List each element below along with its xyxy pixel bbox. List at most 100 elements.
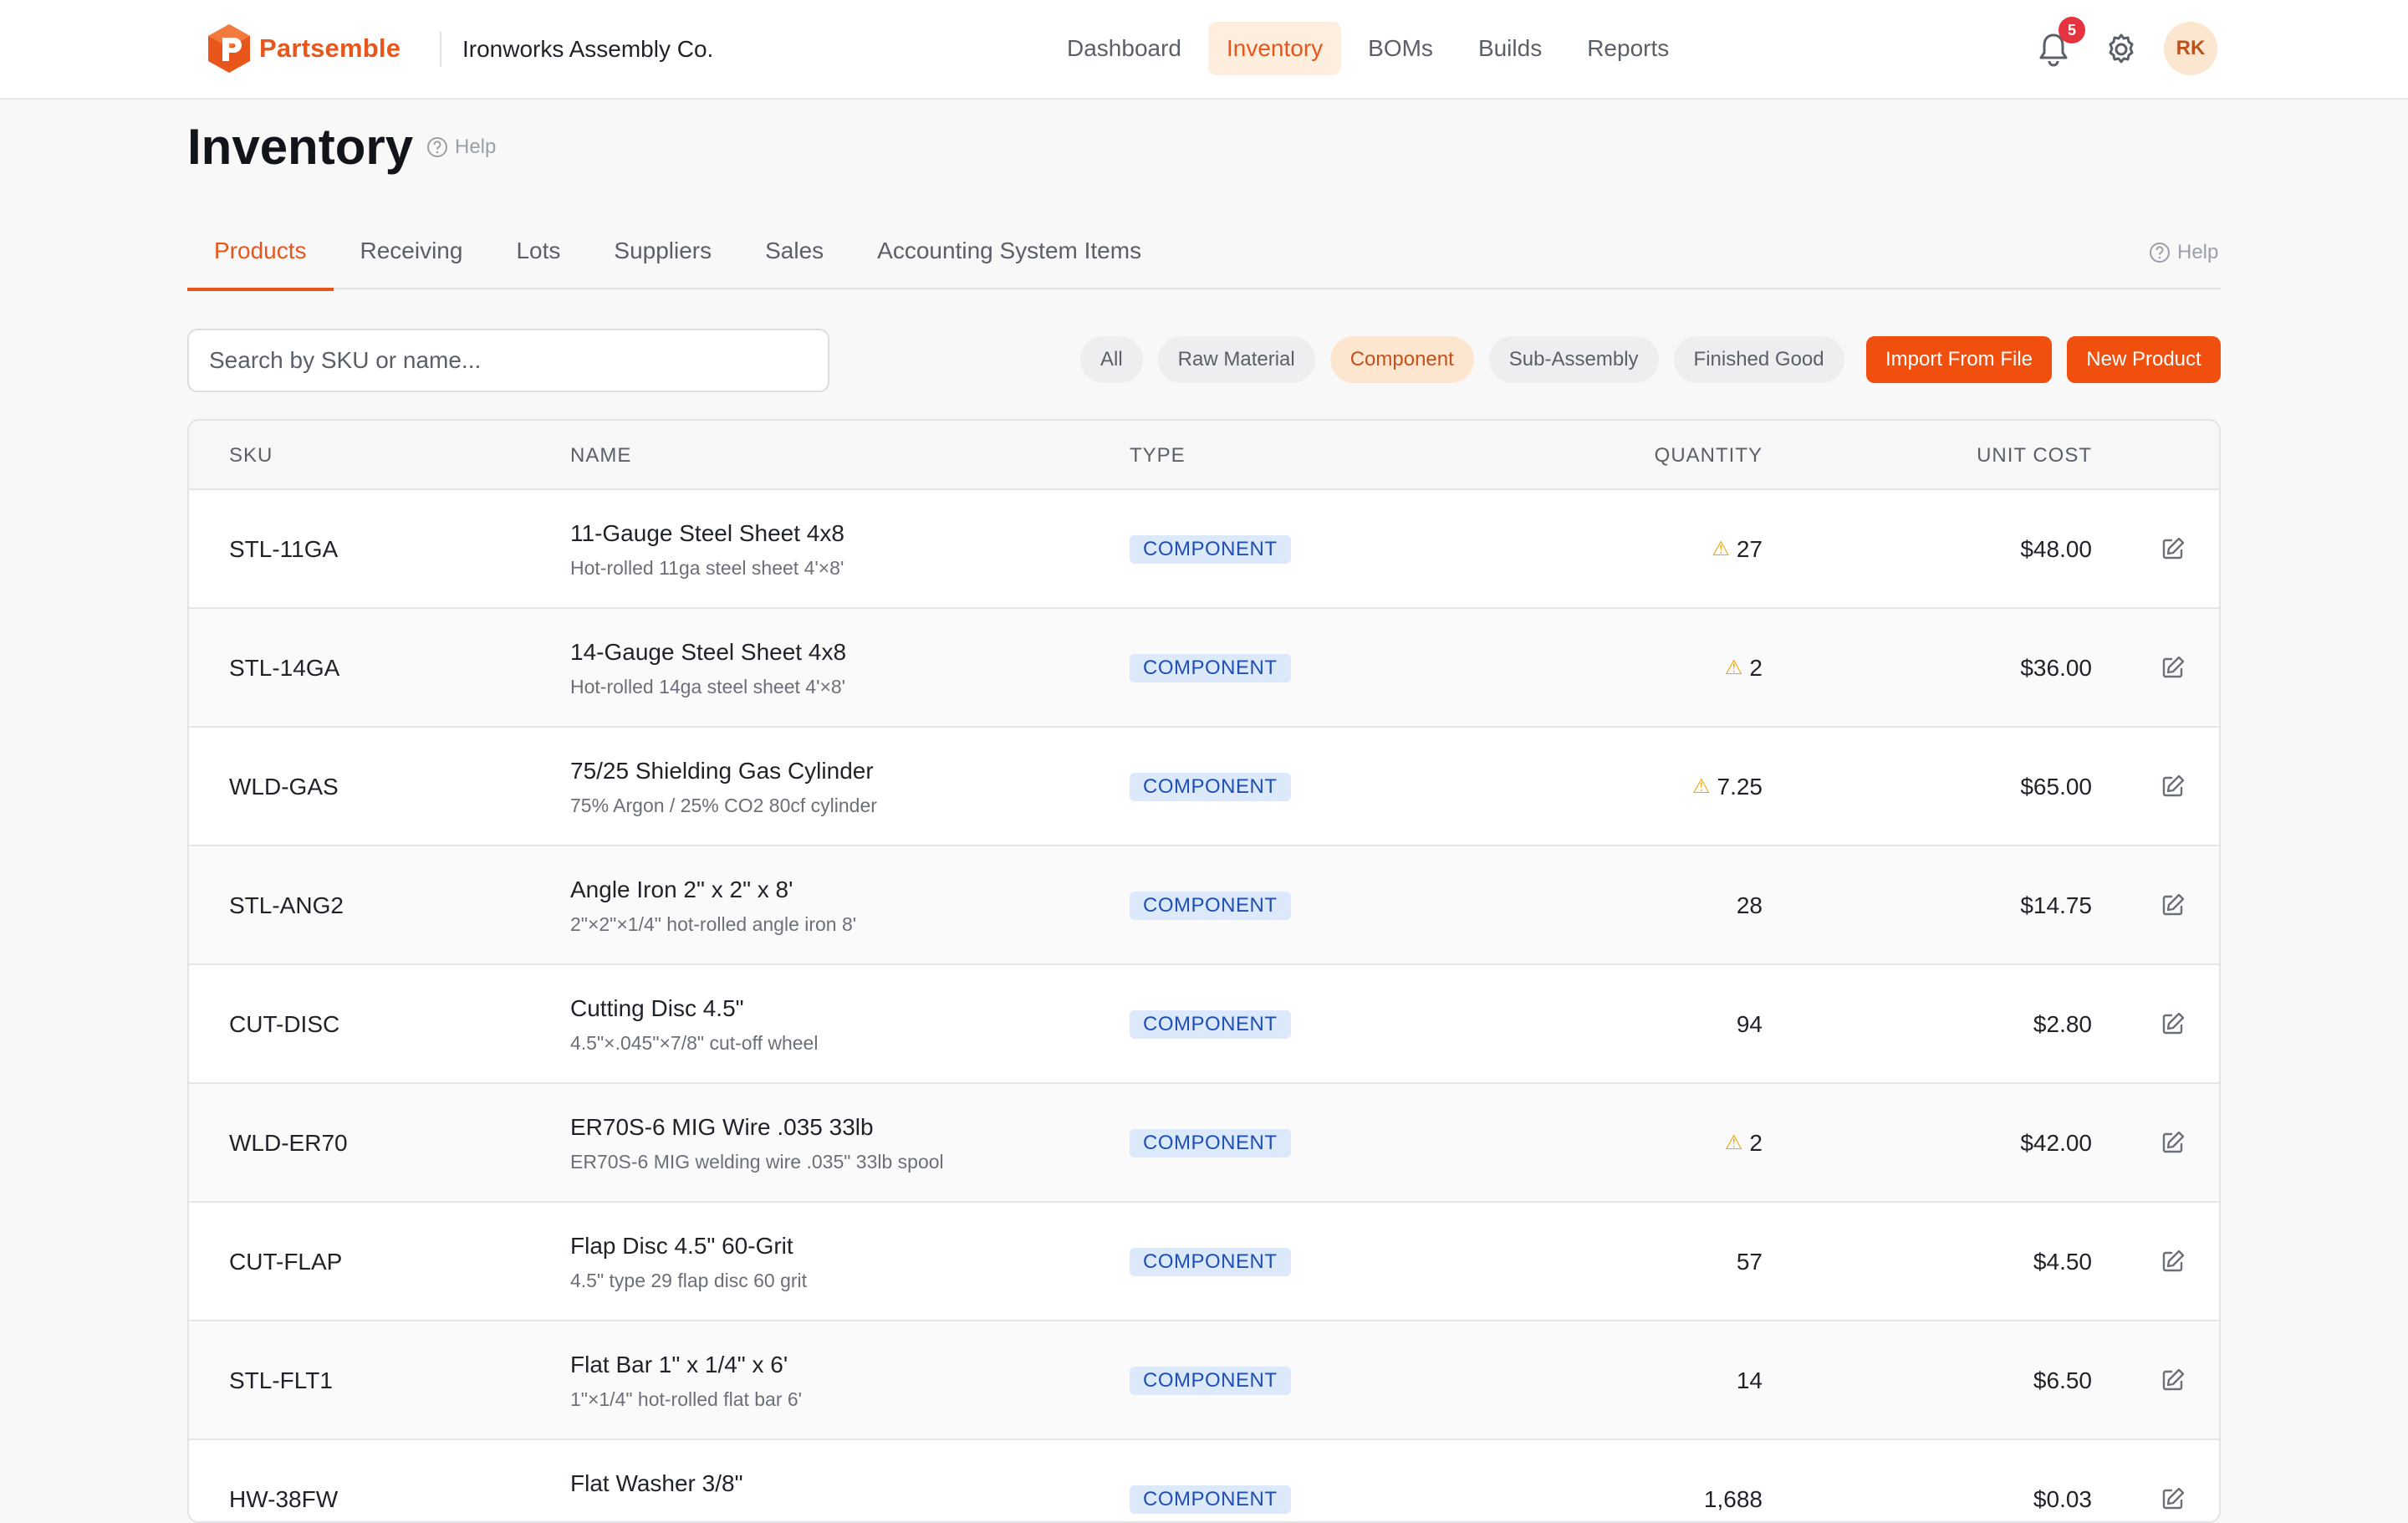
product-description: ER70S-6 MIG welding wire .035" 33lb spoo… — [570, 1151, 944, 1173]
edit-icon[interactable] — [2159, 891, 2187, 919]
table-row[interactable]: WLD-ER70 ER70S-6 MIG Wire .035 33lb ER70S-… — [189, 1084, 2219, 1203]
tab-accounting-system-items[interactable]: Accounting System Items — [850, 217, 1168, 289]
type-badge: COMPONENT — [1130, 1129, 1291, 1158]
header-name[interactable]: NAME — [570, 421, 631, 490]
product-description: 75% Argon / 25% CO2 80cf cylinder — [570, 795, 877, 816]
page-title: Inventory — [187, 119, 414, 175]
unit-cost-cell: $42.00 — [2020, 1130, 2092, 1156]
table-row[interactable]: CUT-DISC Cutting Disc 4.5" 4.5"×.045"×7/8"… — [189, 965, 2219, 1084]
edit-icon[interactable] — [2159, 772, 2187, 800]
search-input[interactable] — [187, 329, 829, 392]
header-type[interactable]: TYPE — [1130, 421, 1186, 490]
tab-products[interactable]: Products — [187, 217, 334, 291]
nav-builds[interactable]: Builds — [1460, 22, 1560, 75]
quantity-cell: 57 — [1737, 1203, 1763, 1321]
product-name: Cutting Disc 4.5" — [570, 995, 744, 1021]
quantity-value: 2 — [1749, 655, 1763, 681]
sku-cell: STL-14GA — [229, 655, 340, 681]
quantity-value: 27 — [1736, 536, 1763, 562]
low-stock-warning-icon: ⚠ — [1724, 657, 1743, 679]
header-quantity[interactable]: QUANTITY — [1655, 421, 1763, 490]
user-avatar[interactable]: RK — [2164, 22, 2217, 75]
nav-boms[interactable]: BOMs — [1349, 22, 1451, 75]
top-nav-bar: Partsemble Ironworks Assembly Co. Dashbo… — [0, 0, 2408, 100]
page-help-link[interactable]: Help — [426, 134, 496, 161]
type-badge: COMPONENT — [1130, 535, 1291, 564]
quantity-cell: 14 — [1737, 1321, 1763, 1440]
product-name: Flat Bar 1" x 1/4" x 6' — [570, 1352, 788, 1377]
sku-cell: WLD-ER70 — [229, 1130, 348, 1156]
product-description: Hot-rolled 14ga steel sheet 4'×8' — [570, 676, 846, 698]
filter-all[interactable]: All — [1080, 336, 1143, 383]
unit-cost-cell: $0.03 — [2033, 1486, 2092, 1512]
table-row[interactable]: CUT-FLAP Flap Disc 4.5" 60-Grit 4.5" type … — [189, 1203, 2219, 1321]
quantity-value: 7.25 — [1717, 774, 1763, 800]
nav-dashboard[interactable]: Dashboard — [1048, 22, 1200, 75]
nav-reports[interactable]: Reports — [1569, 22, 1687, 75]
table-row[interactable]: STL-FLT1 Flat Bar 1" x 1/4" x 6' 1"×1/4" h… — [189, 1321, 2219, 1440]
filter-sub-assembly[interactable]: Sub-Assembly — [1488, 336, 1659, 383]
edit-icon[interactable] — [2159, 1366, 2187, 1394]
filter-raw-material[interactable]: Raw Material — [1157, 336, 1315, 383]
quantity-value: 1,688 — [1703, 1486, 1763, 1512]
edit-icon[interactable] — [2159, 1247, 2187, 1275]
tab-suppliers[interactable]: Suppliers — [587, 217, 738, 289]
products-table: SKU NAME TYPE QUANTITY UNIT COST STL-11G… — [187, 419, 2221, 1523]
unit-cost-cell: $14.75 — [2020, 892, 2092, 918]
tab-sales[interactable]: Sales — [738, 217, 850, 289]
header-sku[interactable]: SKU — [229, 421, 273, 490]
quantity-cell: ⚠ 7.25 — [1692, 728, 1763, 846]
table-header: SKU NAME TYPE QUANTITY UNIT COST — [189, 421, 2219, 490]
edit-icon[interactable] — [2159, 653, 2187, 682]
notifications-count-badge: 5 — [2059, 17, 2085, 43]
product-name: Flap Disc 4.5" 60-Grit — [570, 1233, 793, 1259]
filter-finished-good[interactable]: Finished Good — [1673, 336, 1844, 383]
table-row[interactable]: STL-14GA 14-Gauge Steel Sheet 4x8 Hot-roll… — [189, 609, 2219, 728]
edit-icon[interactable] — [2159, 1009, 2187, 1038]
brand-name: Partsemble — [259, 33, 401, 63]
product-name: Flat Washer 3/8" — [570, 1470, 743, 1496]
tab-lots[interactable]: Lots — [489, 217, 587, 289]
unit-cost-cell: $6.50 — [2033, 1367, 2092, 1393]
table-row[interactable]: STL-11GA 11-Gauge Steel Sheet 4x8 Hot-roll… — [189, 490, 2219, 609]
table-row[interactable]: WLD-GAS 75/25 Shielding Gas Cylinder 75% A… — [189, 728, 2219, 846]
filter-component[interactable]: Component — [1329, 336, 1474, 383]
type-filter-chips: All Raw Material Component Sub-Assembly … — [1080, 336, 1844, 383]
table-row[interactable]: HW-38FW Flat Washer 3/8" COMPONENT 1,688 $0.… — [189, 1440, 2219, 1521]
quantity-cell: 28 — [1737, 846, 1763, 965]
quantity-value: 57 — [1736, 1249, 1763, 1275]
edit-icon[interactable] — [2159, 534, 2187, 563]
low-stock-warning-icon: ⚠ — [1691, 775, 1711, 798]
edit-icon[interactable] — [2159, 1128, 2187, 1157]
new-product-button[interactable]: New Product — [2067, 336, 2221, 383]
tabs-help-link[interactable]: Help — [2149, 239, 2218, 266]
product-description: 1"×1/4" hot-rolled flat bar 6' — [570, 1388, 803, 1410]
unit-cost-cell: $65.00 — [2020, 774, 2092, 800]
header-unit-cost[interactable]: UNIT COST — [1977, 421, 2092, 490]
product-name: Angle Iron 2" x 2" x 8' — [570, 876, 793, 902]
brand-logo-link[interactable]: Partsemble — [206, 23, 400, 74]
quantity-value: 2 — [1749, 1130, 1763, 1156]
type-badge: COMPONENT — [1130, 1010, 1291, 1039]
settings-gear-icon[interactable] — [2104, 32, 2139, 67]
sku-cell: STL-ANG2 — [229, 892, 344, 918]
nav-inventory[interactable]: Inventory — [1207, 22, 1342, 75]
sku-cell: HW-38FW — [229, 1486, 339, 1512]
type-badge: COMPONENT — [1130, 773, 1291, 801]
table-row[interactable]: STL-ANG2 Angle Iron 2" x 2" x 8' 2"×2"×1/4… — [189, 846, 2219, 965]
product-name: 14-Gauge Steel Sheet 4x8 — [570, 639, 847, 665]
unit-cost-cell: $48.00 — [2020, 536, 2092, 562]
quantity-value: 28 — [1736, 892, 1763, 918]
sku-cell: CUT-DISC — [229, 1011, 340, 1037]
sku-cell: WLD-GAS — [229, 774, 339, 800]
product-name: 75/25 Shielding Gas Cylinder — [570, 758, 874, 784]
edit-icon[interactable] — [2159, 1485, 2187, 1513]
import-from-file-button[interactable]: Import From File — [1866, 336, 2052, 383]
table-body: STL-11GA 11-Gauge Steel Sheet 4x8 Hot-roll… — [189, 490, 2219, 1521]
unit-cost-cell: $2.80 — [2033, 1011, 2092, 1037]
type-badge: COMPONENT — [1130, 1485, 1291, 1514]
tab-receiving[interactable]: Receiving — [334, 217, 490, 289]
quantity-cell: ⚠ 2 — [1725, 609, 1763, 728]
brand-divider — [440, 32, 441, 67]
type-badge: COMPONENT — [1130, 1367, 1291, 1395]
